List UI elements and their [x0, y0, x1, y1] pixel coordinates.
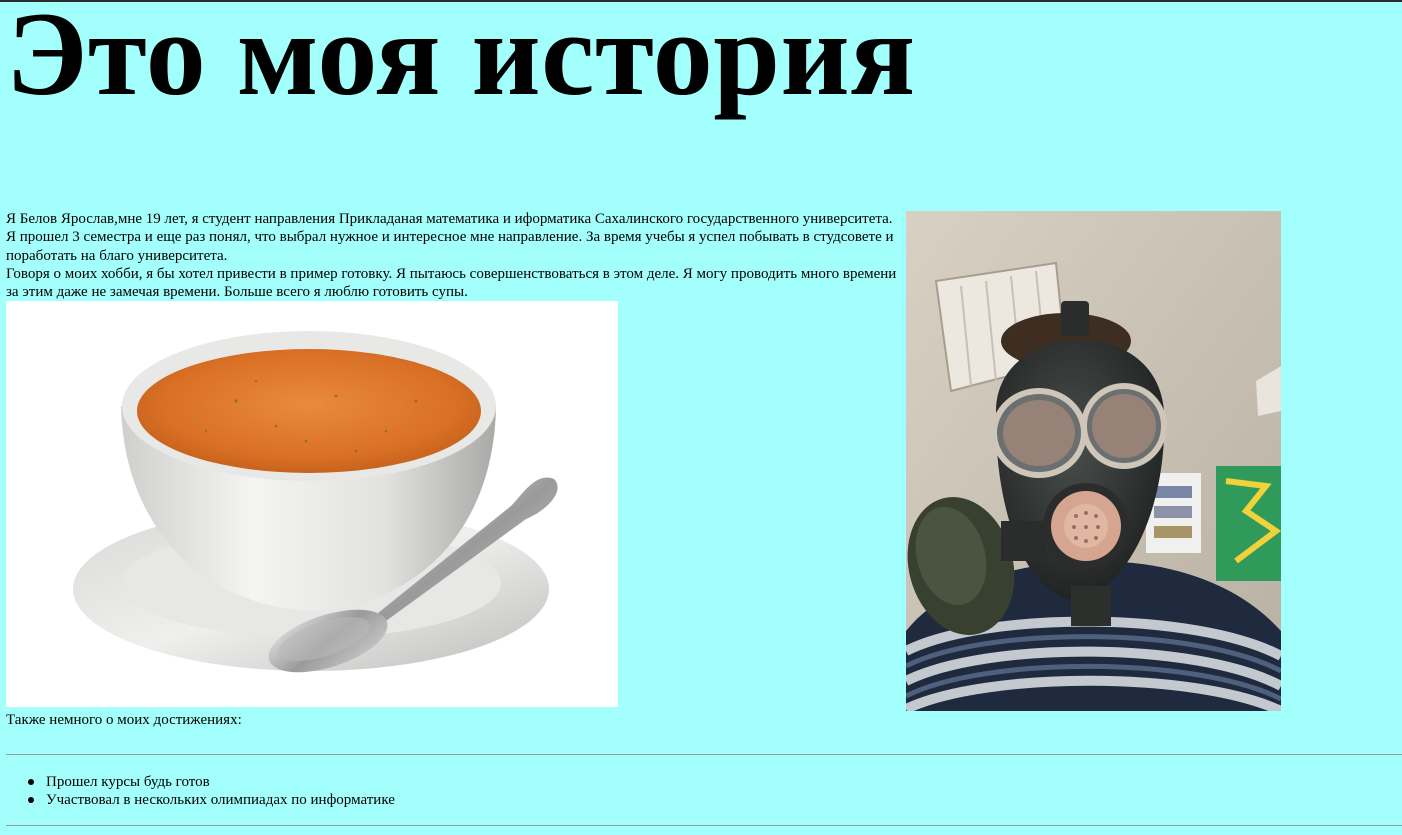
- soup-surface: [137, 349, 481, 473]
- intro-text: Я Белов Ярослав,мне 19 лет, я студент на…: [6, 210, 901, 301]
- achievement-text: Прошел курсы будь готов: [46, 774, 210, 790]
- list-item: Прошел курсы будь готов: [28, 773, 395, 791]
- intro-paragraph-1: Я Белов Ярослав,мне 19 лет, я студент на…: [6, 211, 894, 264]
- list-item: Участвовал в нескольких олимпиадах по ин…: [28, 791, 395, 809]
- soup-image: [6, 301, 618, 707]
- bullet-icon: [28, 797, 34, 803]
- page-title: Это моя история: [6, 0, 916, 120]
- intro-paragraph-2: Говоря о моих хобби, я бы хотел привести…: [6, 265, 897, 301]
- achievements-list: Прошел курсы будь готов Участвовал в нес…: [6, 773, 395, 809]
- bullet-icon: [28, 779, 34, 785]
- divider-bottom: [6, 825, 1402, 826]
- portrait-image: [906, 211, 1281, 711]
- achievements-intro: Также немного о моих достижениях:: [6, 712, 242, 728]
- achievement-text: Участвовал в нескольких олимпиадах по ин…: [46, 792, 395, 808]
- portrait-illustration: [906, 211, 1281, 711]
- divider-top: [6, 754, 1402, 755]
- soup-illustration: [6, 301, 618, 707]
